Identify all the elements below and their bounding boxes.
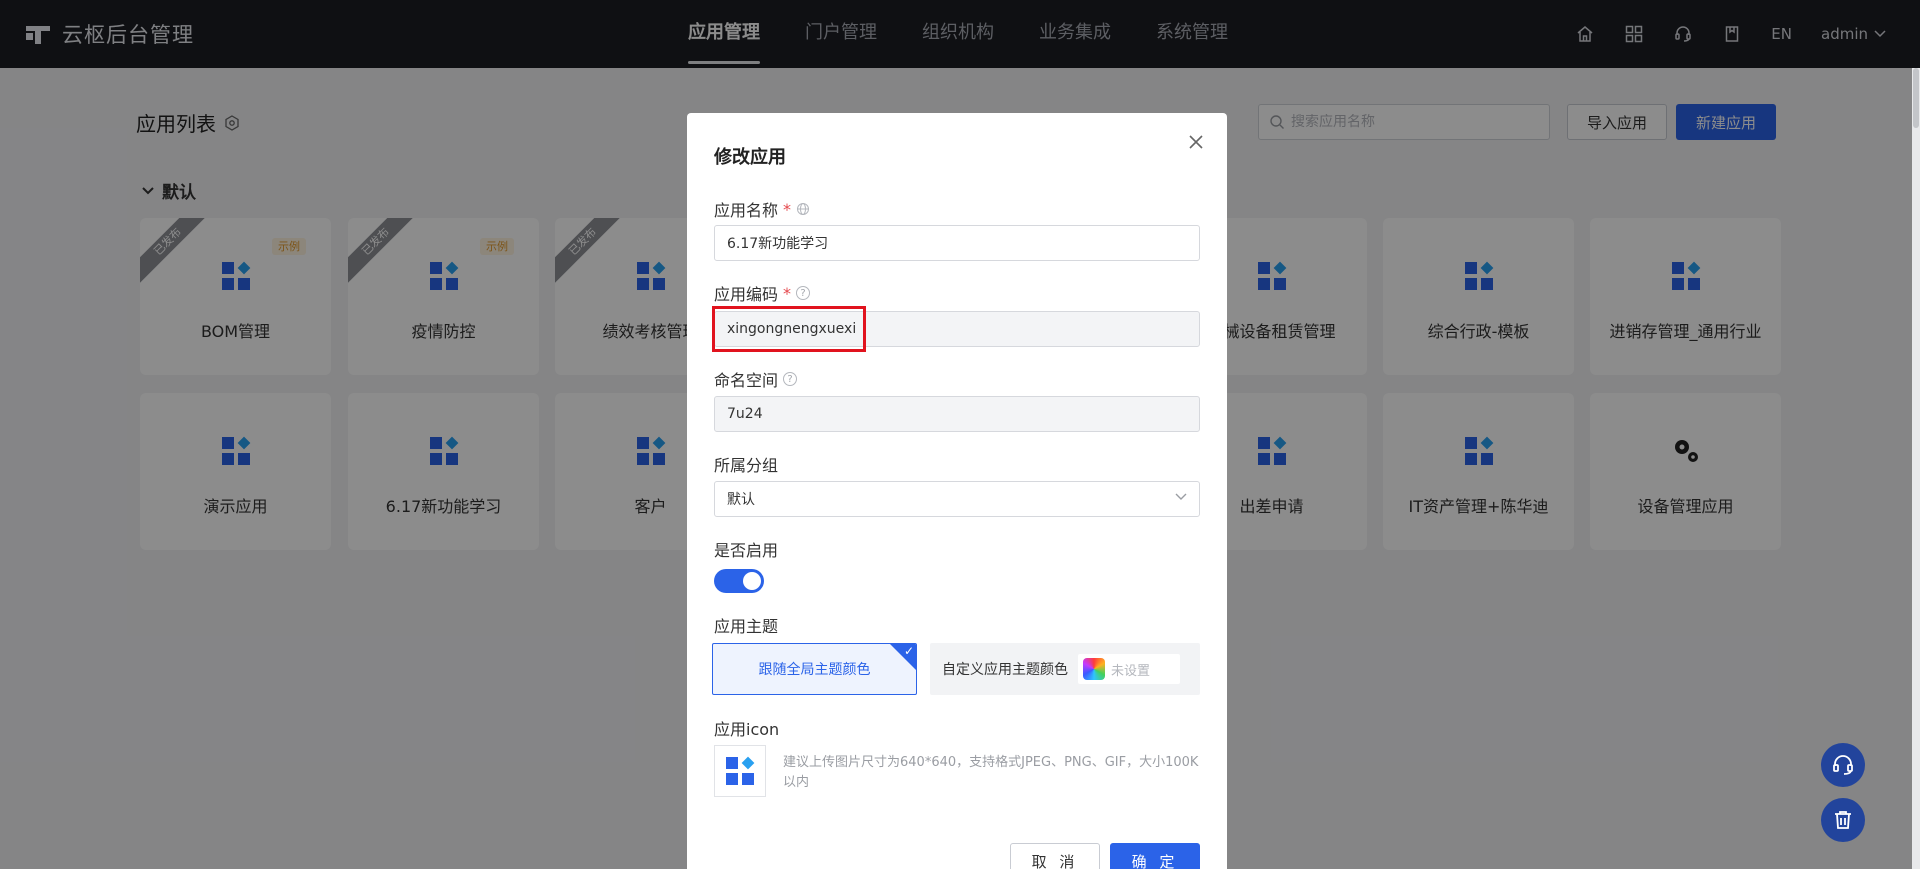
label-text: 应用主题 <box>714 617 779 636</box>
help-icon[interactable]: ? <box>783 372 798 386</box>
icon-label: 应用icon <box>714 716 779 740</box>
enable-label: 是否启用 <box>714 537 778 561</box>
icon-upload-tip: 建议上传图片尺寸为640*640，支持格式JPEG、PNG、GIF，大小100K… <box>783 755 1199 790</box>
dialog-title: 修改应用 <box>714 147 786 168</box>
app-icon <box>726 756 755 785</box>
edit-app-dialog: 修改应用 应用名称 * 6.17新功能学习 应用编码 * ? xingongne… <box>687 113 1227 869</box>
theme-custom-option[interactable]: 自定义应用主题颜色 未设置 <box>930 643 1200 695</box>
label-text: 应用名称 <box>714 201 779 220</box>
page-scrollbar[interactable] <box>1912 68 1920 869</box>
label-text: 命名空间 <box>714 371 779 390</box>
required-mark: * <box>783 283 792 303</box>
color-picker[interactable]: 未设置 <box>1078 654 1180 684</box>
scrollbar-thumb[interactable] <box>1913 68 1919 128</box>
theme-follow-text: 跟随全局主题颜色 <box>758 662 871 678</box>
app-name-input[interactable]: 6.17新功能学习 <box>714 225 1200 261</box>
check-icon: ✓ <box>903 644 914 658</box>
group-select[interactable]: 默认 <box>714 481 1200 517</box>
group-label: 所属分组 <box>714 452 778 476</box>
help-icon[interactable]: ? <box>796 286 811 300</box>
theme-custom-text: 自定义应用主题颜色 <box>942 662 1068 678</box>
annotation-highlight-box <box>712 306 866 352</box>
color-swatch-icon <box>1083 658 1105 680</box>
label-text: 应用icon <box>714 720 780 739</box>
theme-label: 应用主题 <box>714 613 778 637</box>
headset-icon <box>1833 755 1853 775</box>
label-text: 是否启用 <box>714 541 779 560</box>
namespace-input: 7u24 <box>714 396 1200 432</box>
group-select-value: 默认 <box>727 492 755 508</box>
namespace-label: 命名空间 ? <box>714 367 798 391</box>
label-text: 应用编码 <box>714 285 779 304</box>
close-icon[interactable] <box>1187 133 1205 151</box>
enable-toggle[interactable] <box>714 569 764 593</box>
trash-icon <box>1835 811 1851 829</box>
chevron-down-icon <box>1175 493 1187 500</box>
app-name-label: 应用名称 * <box>714 197 810 221</box>
support-fab[interactable] <box>1821 743 1865 787</box>
theme-follow-global-option[interactable]: 跟随全局主题颜色 ✓ <box>712 643 917 695</box>
label-text: 所属分组 <box>714 456 779 475</box>
cancel-button[interactable]: 取 消 <box>1010 843 1100 869</box>
app-code-label: 应用编码 * ? <box>714 281 811 305</box>
recycle-bin-fab[interactable] <box>1821 798 1865 842</box>
icon-upload[interactable] <box>714 745 766 797</box>
color-unset-text: 未设置 <box>1111 663 1151 679</box>
confirm-button[interactable]: 确 定 <box>1110 843 1200 869</box>
required-mark: * <box>783 199 792 219</box>
globe-icon[interactable] <box>796 202 810 216</box>
